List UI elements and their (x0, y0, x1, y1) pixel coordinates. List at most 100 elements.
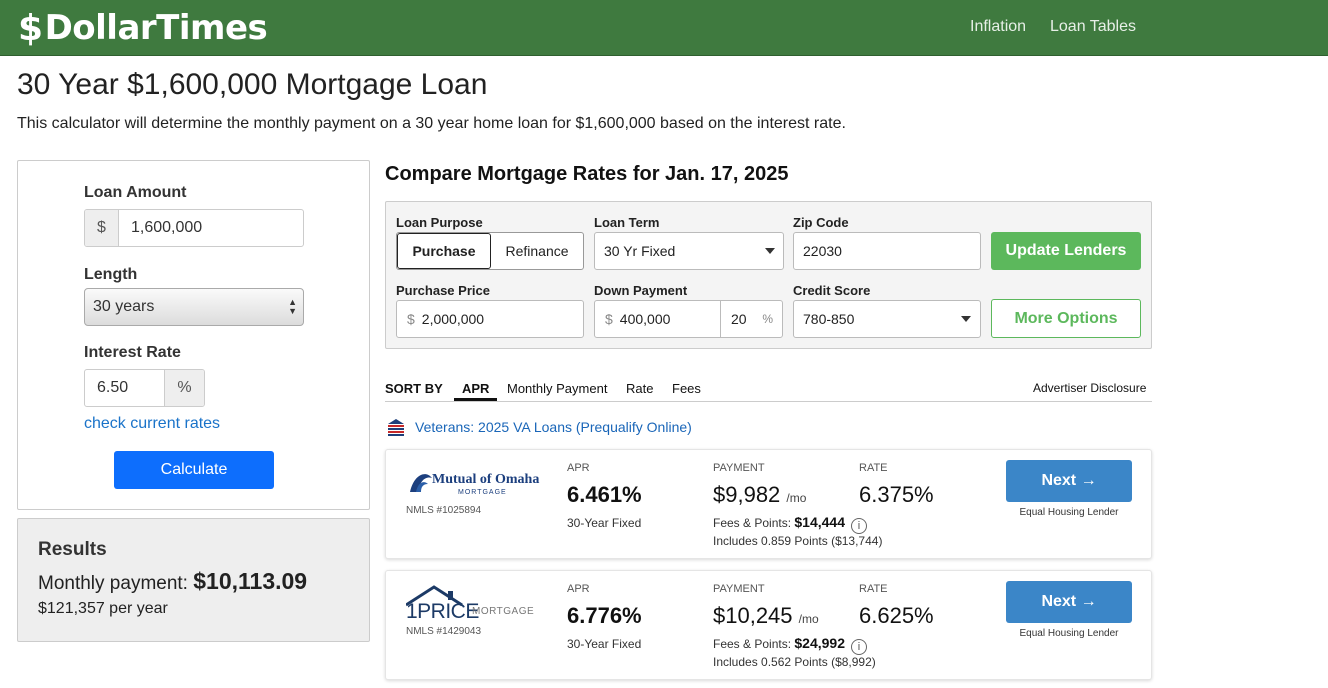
length-value: 30 years (93, 298, 155, 315)
purpose-purchase-button[interactable]: Purchase (397, 233, 491, 269)
loan-amount-input[interactable]: 1,600,000 (119, 210, 303, 246)
rate-filters-panel: Loan Purpose Purchase Refinance Loan Ter… (385, 201, 1152, 349)
purchase-price-input[interactable]: $ 2,000,000 (396, 300, 584, 338)
loan-amount-label: Loan Amount (84, 184, 187, 201)
fees-value: $24,992 (794, 635, 845, 651)
rate-label: RATE (859, 583, 888, 595)
loan-term-select[interactable]: 30 Yr Fixed (594, 232, 784, 270)
monthly-payment-label: Monthly payment: (38, 573, 188, 594)
purpose-refinance-button[interactable]: Refinance (491, 233, 583, 269)
lender-logo-text: 1PRICE (406, 600, 479, 623)
site-logo[interactable]: $ DollarTimes (18, 7, 268, 49)
sort-apr-tab[interactable]: APR (462, 381, 489, 396)
credit-score-label: Credit Score (793, 283, 871, 298)
down-payment-percent-value: 20 (731, 311, 747, 327)
next-button[interactable]: Next → (1006, 581, 1132, 623)
nmls-number: NMLS #1025894 (406, 505, 482, 516)
results-title: Results (38, 539, 107, 560)
nav-link-loan-tables[interactable]: Loan Tables (1050, 18, 1136, 36)
advertiser-disclosure-link[interactable]: Advertiser Disclosure (1033, 381, 1146, 395)
down-payment-percent-input[interactable]: 20 % (720, 300, 783, 338)
calculate-button[interactable]: Calculate (114, 451, 274, 489)
nmls-number: NMLS #1429043 (406, 626, 482, 637)
down-payment-label: Down Payment (594, 283, 688, 298)
rate-label: RATE (859, 462, 888, 474)
sort-bar: SORT BY APR Monthly Payment Rate Fees Ad… (385, 374, 1152, 402)
payment-label: PAYMENT (713, 462, 765, 474)
dollar-prefix: $ (85, 210, 119, 246)
purchase-price-prefix: $ (407, 311, 415, 327)
sort-monthly-payment-tab[interactable]: Monthly Payment (507, 381, 607, 396)
payment-unit: /mo (798, 612, 819, 626)
purchase-price-label: Purchase Price (396, 283, 490, 298)
percent-suffix: % (164, 370, 204, 406)
next-button[interactable]: Next → (1006, 460, 1132, 502)
payment-unit: /mo (786, 491, 807, 505)
loan-amount-input-group: $ 1,600,000 (84, 209, 304, 247)
apr-value: 6.461% (567, 482, 642, 507)
credit-score-value: 780-850 (803, 311, 855, 327)
results-panel: Results Monthly payment: $10,113.09 $121… (17, 518, 370, 642)
fees-value: $14,444 (794, 514, 845, 530)
sort-rate-tab[interactable]: Rate (626, 381, 653, 396)
info-icon[interactable]: i (851, 639, 867, 655)
more-options-button[interactable]: More Options (991, 299, 1141, 338)
loan-term-value: 30 Yr Fixed (604, 243, 676, 259)
length-label: Length (84, 266, 138, 283)
equal-housing-lender: Equal Housing Lender (1019, 507, 1119, 518)
payment-amount: $9,982 (713, 482, 781, 507)
nav-link-inflation[interactable]: Inflation (970, 18, 1026, 36)
payment-label: PAYMENT (713, 583, 765, 595)
purchase-price-value: 2,000,000 (421, 311, 485, 327)
interest-rate-input[interactable]: 6.50 (85, 370, 164, 406)
info-icon[interactable]: i (851, 518, 867, 534)
fees-points: Fees & Points: $14,444 i (713, 514, 867, 534)
brand-name: DollarTimes (44, 8, 268, 48)
update-lenders-button[interactable]: Update Lenders (991, 232, 1141, 270)
payment-value: $9,982 /mo (713, 482, 806, 508)
1price-mortgage-logo: 1PRICE MORTGAGE (406, 585, 536, 625)
select-arrows-icon: ▲ ▼ (288, 297, 297, 316)
interest-rate-input-group: 6.50 % (84, 369, 205, 407)
lender-card: 1PRICE MORTGAGE NMLS #1429043 APR 6.776%… (385, 570, 1152, 680)
chevron-down-icon (961, 316, 971, 322)
monthly-payment: Monthly payment: $10,113.09 (38, 568, 307, 595)
down-payment-input[interactable]: $ 400,000 (594, 300, 721, 338)
active-sort-underline (454, 398, 497, 401)
loan-purpose-label: Loan Purpose (396, 215, 483, 230)
fees-points: Fees & Points: $24,992 i (713, 635, 867, 655)
apr-value: 6.776% (567, 603, 642, 628)
length-select[interactable]: 30 years ▲ ▼ (84, 288, 304, 326)
loan-purpose-toggle: Purchase Refinance (396, 232, 584, 270)
payment-amount: $10,245 (713, 603, 793, 628)
dollar-sign-icon: $ (18, 7, 43, 49)
zip-code-input[interactable]: 22030 (793, 232, 981, 270)
interest-rate-label: Interest Rate (84, 344, 181, 361)
lender-logo-sub: MORTGAGE (472, 606, 535, 617)
us-flag-icon (388, 419, 404, 436)
apr-label: APR (567, 462, 590, 474)
zip-code-label: Zip Code (793, 215, 849, 230)
equal-housing-lender: Equal Housing Lender (1019, 628, 1119, 639)
down-payment-percent-suffix: % (762, 312, 773, 326)
page-subtitle: This calculator will determine the month… (17, 115, 846, 132)
fees-label: Fees & Points: (713, 637, 792, 651)
points-note: Includes 0.859 Points ($13,744) (713, 534, 883, 548)
monthly-payment-value: $10,113.09 (193, 568, 308, 594)
va-loans-text: Veterans: 2025 VA Loans (Prequalify Onli… (415, 419, 692, 435)
yearly-payment: $121,357 per year (38, 600, 168, 617)
loan-calculator-form: Loan Amount $ 1,600,000 Length 30 years … (17, 160, 370, 510)
chevron-down-icon (765, 248, 775, 254)
va-loans-link[interactable]: Veterans: 2025 VA Loans (Prequalify Onli… (386, 418, 692, 436)
page-title: 30 Year $1,600,000 Mortgage Loan (17, 68, 488, 101)
credit-score-select[interactable]: 780-850 (793, 300, 981, 338)
check-current-rates-link[interactable]: check current rates (84, 415, 220, 433)
down-payment-value: 400,000 (619, 311, 671, 327)
rate-value: 6.375% (859, 482, 934, 507)
top-navbar: $ DollarTimes Inflation Loan Tables (0, 0, 1328, 56)
rate-value: 6.625% (859, 603, 934, 628)
lender-logo-sub: MORTGAGE (458, 489, 507, 496)
down-payment-prefix: $ (605, 311, 613, 327)
sort-fees-tab[interactable]: Fees (672, 381, 701, 396)
apr-label: APR (567, 583, 590, 595)
